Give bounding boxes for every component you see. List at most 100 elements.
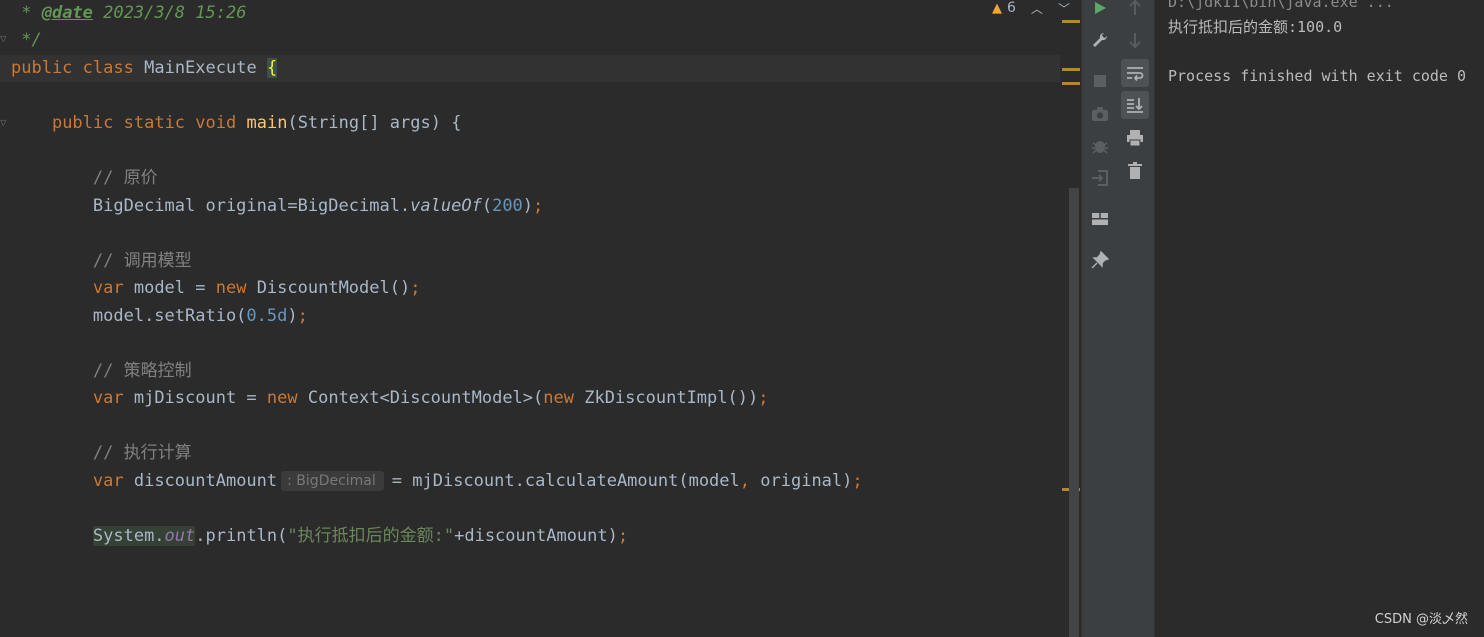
semicolon: ;: [852, 471, 863, 491]
scroll-to-end-icon[interactable]: [1121, 91, 1149, 119]
doc-comment: */: [11, 30, 42, 50]
code-text: Context<DiscountModel>(: [297, 388, 544, 408]
number-literal: 200: [492, 196, 523, 216]
code-text: discountAmount: [123, 471, 278, 491]
keyword: new: [543, 388, 574, 408]
string-literal: "执行抵扣后的金额:": [287, 526, 455, 546]
number-literal: 0.5d: [246, 306, 288, 326]
keyword: var: [92, 471, 124, 491]
trash-icon[interactable]: [1121, 156, 1149, 184]
code-line-set-ratio[interactable]: model.setRatio(0.5d);: [11, 303, 308, 329]
watermark: CSDN @淡乄然: [1374, 612, 1468, 627]
run-toolbar: [1081, 0, 1118, 637]
run-console[interactable]: D:\jdk11\bin\java.exe ... 执行抵扣后的金额:100.0…: [1155, 0, 1484, 637]
code-text: model.setRatio(: [92, 306, 247, 326]
console-output-line: 执行抵扣后的金额:100.0: [1168, 18, 1343, 36]
params: (String[] args) {: [287, 113, 462, 133]
code-text: ): [522, 196, 534, 216]
code-line-original[interactable]: BigDecimal original=BigDecimal.valueOf(2…: [11, 193, 543, 219]
code-line-println[interactable]: System.out.println("执行抵扣后的金额:"+discountA…: [11, 523, 628, 549]
debug-bug-icon[interactable]: [1086, 132, 1114, 160]
code-text: ZkDiscountImpl()): [573, 388, 759, 408]
code-text: = mjDiscount.calculateAmount(model: [391, 471, 740, 491]
method-name: main: [246, 113, 288, 133]
doc-tag: @date: [41, 3, 93, 23]
keyword: public: [11, 58, 73, 78]
type-inlay-hint[interactable]: : BigDecimal: [281, 471, 384, 491]
soft-wrap-icon[interactable]: [1121, 59, 1149, 87]
code-line-comment[interactable]: // 原价: [11, 165, 158, 191]
keyword: new: [215, 278, 247, 298]
code-text: BigDecimal original=BigDecimal.: [92, 196, 411, 216]
layout-icon[interactable]: [1086, 205, 1114, 233]
code-text: +discountAmount): [454, 526, 618, 546]
code-line-class-decl[interactable]: public class MainExecute {: [11, 55, 278, 81]
code-text: .println(: [195, 526, 288, 546]
semicolon: ;: [297, 306, 308, 326]
chevron-up-icon[interactable]: ︿: [1031, 0, 1043, 17]
code-line-model[interactable]: var model = new DiscountModel();: [11, 275, 421, 301]
keyword: var: [92, 388, 124, 408]
console-finish-line: Process finished with exit code 0: [1168, 67, 1467, 85]
exit-icon[interactable]: [1086, 164, 1114, 192]
console-command-line: D:\jdk11\bin\java.exe ...: [1168, 0, 1394, 11]
code-line-comment[interactable]: // 执行计算: [11, 440, 192, 466]
static-field: out: [164, 526, 196, 546]
semicolon: ;: [758, 388, 769, 408]
wrench-icon[interactable]: [1086, 26, 1114, 54]
arrow-up-icon[interactable]: [1121, 0, 1149, 22]
editor-gutter: ▽ ▽: [0, 0, 10, 637]
code-text: DiscountModel(): [246, 278, 411, 298]
fold-marker-icon[interactable]: ▽: [0, 32, 7, 45]
pin-icon[interactable]: [1086, 246, 1114, 274]
code-line-calc[interactable]: var discountAmount: BigDecimal = mjDiscou…: [11, 468, 863, 494]
code-text: model =: [123, 278, 216, 298]
warning-count: 6: [1007, 0, 1016, 16]
code-line-main-decl[interactable]: public static void main(String[] args) {: [11, 110, 462, 136]
print-icon[interactable]: [1121, 124, 1149, 152]
code-text: mjDiscount =: [123, 388, 267, 408]
run-icon[interactable]: [1086, 0, 1114, 22]
class-name: MainExecute: [144, 58, 257, 78]
code-line-comment[interactable]: // 调用模型: [11, 248, 192, 274]
code-line-context[interactable]: var mjDiscount = new Context<DiscountMod…: [11, 385, 769, 411]
keyword: static: [123, 113, 186, 133]
semicolon: ;: [410, 278, 421, 298]
code-text: (: [481, 196, 493, 216]
keyword: class: [82, 58, 134, 78]
code-editor[interactable]: ▽ ▽ * @date 2023/3/8 15:26 */ public cla…: [0, 0, 1081, 637]
editor-scrollbar[interactable]: [1060, 0, 1081, 637]
doc-comment: 2023/3/8 15:26: [92, 3, 247, 23]
line-comment: // 原价: [92, 168, 158, 188]
code-text: original): [750, 471, 853, 491]
code-line-doc-date[interactable]: * @date 2023/3/8 15:26: [11, 0, 246, 26]
semicolon: ;: [617, 526, 629, 546]
line-comment: // 执行计算: [92, 443, 192, 463]
semicolon: ;: [533, 196, 544, 216]
code-text: ): [287, 306, 298, 326]
scrollbar-thumb[interactable]: [1069, 188, 1079, 637]
keyword: new: [266, 388, 298, 408]
warning-marker[interactable]: [1062, 20, 1080, 23]
comma: ,: [739, 471, 751, 491]
code-line-comment[interactable]: // 策略控制: [11, 358, 192, 384]
arrow-down-icon[interactable]: [1121, 26, 1149, 54]
static-method: valueOf: [410, 196, 482, 216]
doc-comment: *: [11, 3, 42, 23]
keyword: void: [195, 113, 237, 133]
brace-match: {: [266, 58, 278, 78]
selected-text: System.out: [92, 526, 196, 546]
keyword: public: [51, 113, 114, 133]
keyword: var: [92, 278, 124, 298]
camera-icon[interactable]: [1086, 100, 1114, 128]
console-toolbar: [1117, 0, 1155, 637]
stop-icon[interactable]: [1086, 67, 1114, 95]
code-text: System.: [92, 526, 165, 546]
warning-marker[interactable]: [1062, 82, 1080, 85]
fold-marker-icon[interactable]: ▽: [0, 116, 7, 129]
warning-marker[interactable]: [1062, 68, 1080, 71]
inspection-widget[interactable]: ▲ 6 ︿ ﹀: [992, 0, 1070, 16]
code-line-doc-end[interactable]: */: [11, 27, 42, 53]
line-comment: // 策略控制: [92, 361, 192, 381]
warning-icon: ▲: [992, 0, 1002, 16]
